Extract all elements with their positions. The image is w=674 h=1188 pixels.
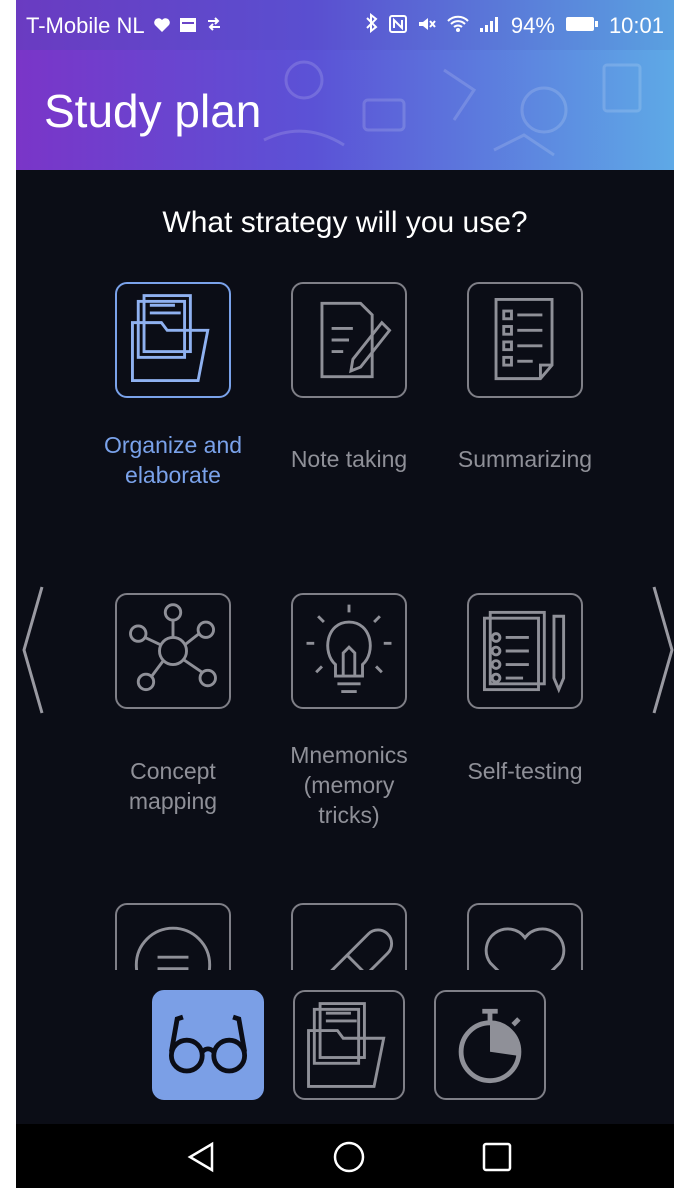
tab-timer[interactable] [434,990,546,1100]
battery-icon [565,13,599,39]
strategy-question: What strategy will you use? [162,206,528,239]
strategy-card-9[interactable] [450,903,600,970]
concept-map-icon [115,593,231,709]
strategy-card-7[interactable] [98,903,248,970]
strategy-card-organize[interactable]: Organize and elaborate [98,282,248,512]
bluetooth-icon [365,12,379,39]
clock: 10:01 [608,13,664,38]
strategy-label: Self-testing [467,758,583,784]
strategy-label: Mnemonics (memory tricks) [290,742,408,828]
test-sheet-icon [467,593,583,709]
strategy-card-self-testing[interactable]: Self-testing [450,593,600,833]
strategy-panel: What strategy will you use? Organize and… [16,170,674,970]
pill-icon [291,903,407,970]
speech-bubble-icon [115,903,231,970]
back-icon[interactable] [184,1140,218,1174]
strategy-label: Organize and elaborate [103,432,243,488]
lightbulb-icon [291,593,407,709]
home-icon[interactable] [332,1140,366,1174]
strategy-card-concept-mapping[interactable]: Concept mapping [98,593,248,833]
note-pencil-icon [291,282,407,398]
folder-documents-icon [307,1002,386,1088]
battery-percent: 94% [510,13,555,38]
strategy-label: Summarizing [457,446,593,472]
tab-folder[interactable] [293,990,405,1100]
mute-icon [417,13,437,39]
status-bar: T-Mobile NL 94% 10:01 [16,0,674,50]
signal-icon [479,13,501,39]
nfc-icon [388,13,407,39]
page-title: Study plan [44,85,262,137]
strategy-label: Note taking [290,446,408,472]
stopwatch-icon [458,1008,522,1084]
heart-outline-icon [467,903,583,970]
strategy-card-8[interactable] [274,903,424,970]
system-navigation-bar [16,1124,674,1188]
strategy-card-summarizing[interactable]: Summarizing [450,282,600,512]
app-header: Study plan [16,50,674,170]
recents-icon[interactable] [480,1140,514,1174]
transfer-icon [205,13,223,39]
strategy-card-mnemonics[interactable]: Mnemonics (memory tricks) [274,593,424,833]
status-right: 94% 10:01 [365,12,664,39]
tab-glasses[interactable] [152,990,264,1100]
header-doodles [263,60,642,157]
strategy-card-note-taking[interactable]: Note taking [274,282,424,512]
folder-documents-icon [115,282,231,398]
strategy-label: Concept mapping [128,758,218,814]
glasses-icon [168,1014,248,1074]
previous-page-arrow[interactable] [18,585,48,715]
wifi-icon [447,13,469,39]
carrier-label: T-Mobile NL [26,13,145,38]
calendar-icon [179,13,197,39]
bottom-tab-bar [16,970,674,1124]
status-left: T-Mobile NL [26,13,223,39]
next-page-arrow[interactable] [648,585,674,715]
checklist-document-icon [467,282,583,398]
app-screen: T-Mobile NL 94% 10:01 Study plan What st… [16,0,674,1188]
heart-icon [153,13,171,39]
